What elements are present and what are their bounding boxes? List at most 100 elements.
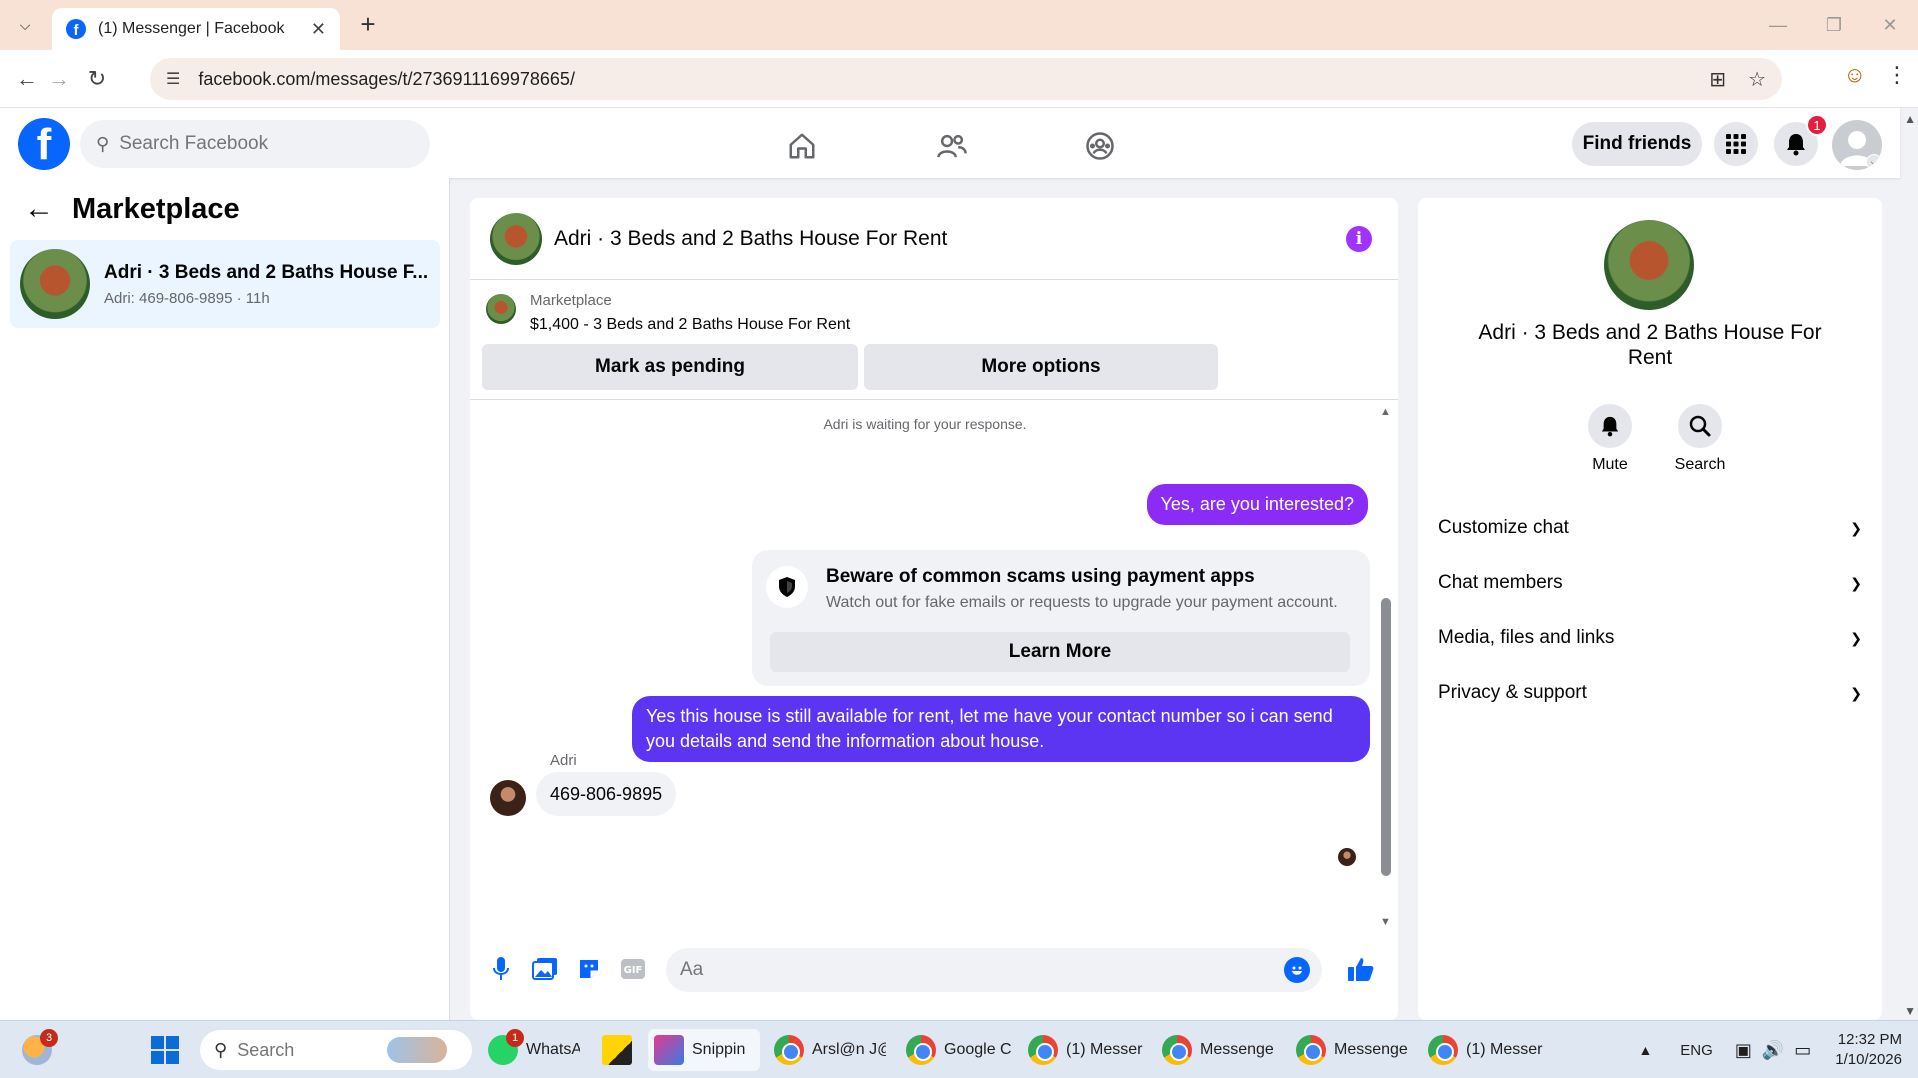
taskbar-app-messenger-2[interactable]: Messenge: [1162, 1029, 1282, 1071]
mark-as-pending-button[interactable]: Mark as pending: [482, 344, 858, 390]
minimize-button[interactable]: —: [1750, 0, 1806, 50]
incoming-message[interactable]: 469-806-9895: [536, 772, 677, 816]
scrollbar-thumb[interactable]: [1381, 598, 1391, 876]
address-bar[interactable]: ☰ facebook.com/messages/t/27369111699786…: [150, 58, 1782, 100]
chat-members-row[interactable]: Chat members ❯: [1438, 561, 1862, 605]
listing-avatar-large[interactable]: [1604, 220, 1694, 310]
thumbs-up-icon[interactable]: [1344, 952, 1378, 986]
taskbar-search-input[interactable]: [237, 1039, 388, 1061]
groups-nav-icon[interactable]: [1080, 126, 1120, 166]
listing-price-title[interactable]: $1,400 - 3 Beds and 2 Baths House For Re…: [530, 316, 850, 334]
taskbar-app-google-chrome[interactable]: Google C: [906, 1029, 1014, 1071]
weather-badge: 3: [40, 1029, 58, 1047]
conversation-item[interactable]: Adri · 3 Beds and 2 Baths House F... Adr…: [10, 240, 440, 328]
windows-taskbar: 3 ⚲ 1 WhatsA Snippin Arsl@n J@ Google C …: [0, 1020, 1918, 1078]
sticker-icon[interactable]: [572, 952, 606, 986]
system-tray: ▲ ENG ▣ 🔊 ▭ 12:32 PM 1/10/2026: [1638, 1021, 1918, 1078]
battery-icon[interactable]: ▭: [1794, 1040, 1811, 1061]
gif-icon[interactable]: GIF: [616, 952, 650, 986]
sender-avatar[interactable]: [490, 780, 526, 816]
chrome-icon: [1162, 1035, 1192, 1065]
chevron-up-icon[interactable]: ▲: [1638, 1042, 1652, 1058]
forward-button[interactable]: →: [42, 62, 76, 96]
sticky-notes-icon: [602, 1035, 632, 1065]
bookmark-star-icon[interactable]: ☆: [1748, 67, 1766, 92]
emoji-icon[interactable]: [1284, 957, 1310, 983]
listing-avatar[interactable]: [490, 212, 542, 265]
taskbar-app-messenger-1[interactable]: (1) Messer: [1028, 1029, 1148, 1071]
taskbar-app-chrome-profile[interactable]: Arsl@n J@: [774, 1029, 886, 1071]
outgoing-message[interactable]: Yes this house is still available for re…: [632, 696, 1370, 762]
browser-menu-icon[interactable]: ⋮: [1886, 62, 1908, 88]
site-info-icon[interactable]: ☰: [166, 69, 180, 89]
chat-panel: Adri · 3 Beds and 2 Baths House For Rent…: [470, 198, 1398, 1020]
friends-nav-icon[interactable]: [932, 126, 972, 166]
taskbar-app-messenger-3[interactable]: Messenge: [1296, 1029, 1416, 1071]
back-button[interactable]: ←: [10, 62, 44, 96]
facebook-search-input[interactable]: [119, 133, 400, 155]
scroll-up-arrow[interactable]: ▲: [1380, 406, 1391, 418]
page-scroll-up-arrow[interactable]: ▲: [1904, 112, 1916, 126]
section-label: Customize chat: [1438, 517, 1569, 538]
home-nav-icon[interactable]: [782, 126, 822, 166]
new-tab-button[interactable]: +: [352, 8, 384, 40]
find-friends-button[interactable]: Find friends: [1572, 122, 1702, 166]
media-files-links-row[interactable]: Media, files and links ❯: [1438, 616, 1862, 660]
browser-tab[interactable]: f (1) Messenger | Facebook ✕: [52, 8, 340, 50]
search-label: Search: [1674, 456, 1726, 473]
scam-warning-title: Beware of common scams using payment app…: [826, 566, 1255, 587]
message-input-box[interactable]: [666, 948, 1322, 992]
outgoing-message[interactable]: Yes, are you interested?: [1146, 484, 1368, 525]
start-button[interactable]: [150, 1029, 186, 1071]
search-icon: [1678, 404, 1722, 448]
taskbar-search[interactable]: ⚲: [200, 1030, 472, 1070]
account-avatar[interactable]: ⌵: [1832, 120, 1882, 170]
clock[interactable]: 12:32 PM 1/10/2026: [1835, 1030, 1902, 1070]
more-options-button[interactable]: More options: [864, 344, 1218, 390]
chat-title[interactable]: Adri · 3 Beds and 2 Baths House For Rent: [554, 227, 947, 251]
profile-icon[interactable]: ☺: [1844, 62, 1866, 88]
network-icon[interactable]: ▣: [1735, 1040, 1752, 1061]
volume-icon[interactable]: 🔊: [1762, 1040, 1784, 1061]
scam-warning-description: Watch out for fake emails or requests to…: [826, 594, 1338, 611]
reload-button[interactable]: ↻: [80, 62, 114, 96]
taskbar-app-label: Messenge: [1334, 1041, 1408, 1058]
taskbar-app-label: Google C: [944, 1041, 1012, 1058]
mute-button[interactable]: Mute: [1570, 404, 1650, 474]
customize-chat-row[interactable]: Customize chat ❯: [1438, 506, 1862, 550]
info-icon[interactable]: i: [1346, 226, 1372, 252]
url-text: facebook.com/messages/t/2736911169978665…: [198, 68, 575, 89]
message-list[interactable]: Adri is waiting for your response. Yes, …: [470, 400, 1398, 930]
taskbar-app-label: (1) Messer: [1066, 1041, 1143, 1058]
menu-grid-icon[interactable]: [1714, 122, 1758, 166]
learn-more-button[interactable]: Learn More: [770, 632, 1350, 672]
chrome-icon: [774, 1035, 804, 1065]
photo-icon[interactable]: [528, 952, 562, 986]
taskbar-app-sticky-notes[interactable]: [602, 1029, 632, 1071]
close-icon[interactable]: ✕: [311, 19, 326, 40]
facebook-search[interactable]: ⚲: [80, 120, 430, 168]
language-indicator[interactable]: ENG: [1680, 1042, 1713, 1059]
chrome-icon: [1296, 1035, 1326, 1065]
taskbar-app-snipping-tool[interactable]: Snippin: [648, 1029, 760, 1071]
taskbar-app-whatsapp[interactable]: 1 WhatsA: [488, 1029, 580, 1071]
taskbar-app-messenger-4[interactable]: (1) Messer: [1428, 1029, 1548, 1071]
message-scrollbar[interactable]: ▲ ▼: [1380, 406, 1392, 928]
scroll-down-arrow[interactable]: ▼: [1380, 916, 1391, 928]
section-label: Media, files and links: [1438, 627, 1615, 648]
weather-widget[interactable]: 3: [22, 1029, 62, 1071]
page-scroll-down-arrow[interactable]: ▼: [1904, 1004, 1916, 1018]
microphone-icon[interactable]: [484, 952, 518, 986]
listing-avatar: [20, 249, 90, 319]
privacy-support-row[interactable]: Privacy & support ❯: [1438, 671, 1862, 715]
conversation-name: Adri · 3 Beds and 2 Baths House F...: [104, 261, 429, 283]
tab-search-button[interactable]: ⌵: [8, 10, 42, 40]
install-app-icon[interactable]: ⊞: [1709, 67, 1726, 92]
facebook-logo-icon[interactable]: f: [18, 118, 70, 170]
message-input[interactable]: [680, 959, 1240, 981]
back-arrow-icon[interactable]: ←: [24, 192, 54, 226]
search-in-chat-button[interactable]: Search: [1660, 404, 1740, 474]
restore-button[interactable]: ❐: [1806, 0, 1862, 50]
close-window-button[interactable]: ✕: [1862, 0, 1918, 50]
taskbar-app-label: Snippin: [692, 1041, 746, 1058]
